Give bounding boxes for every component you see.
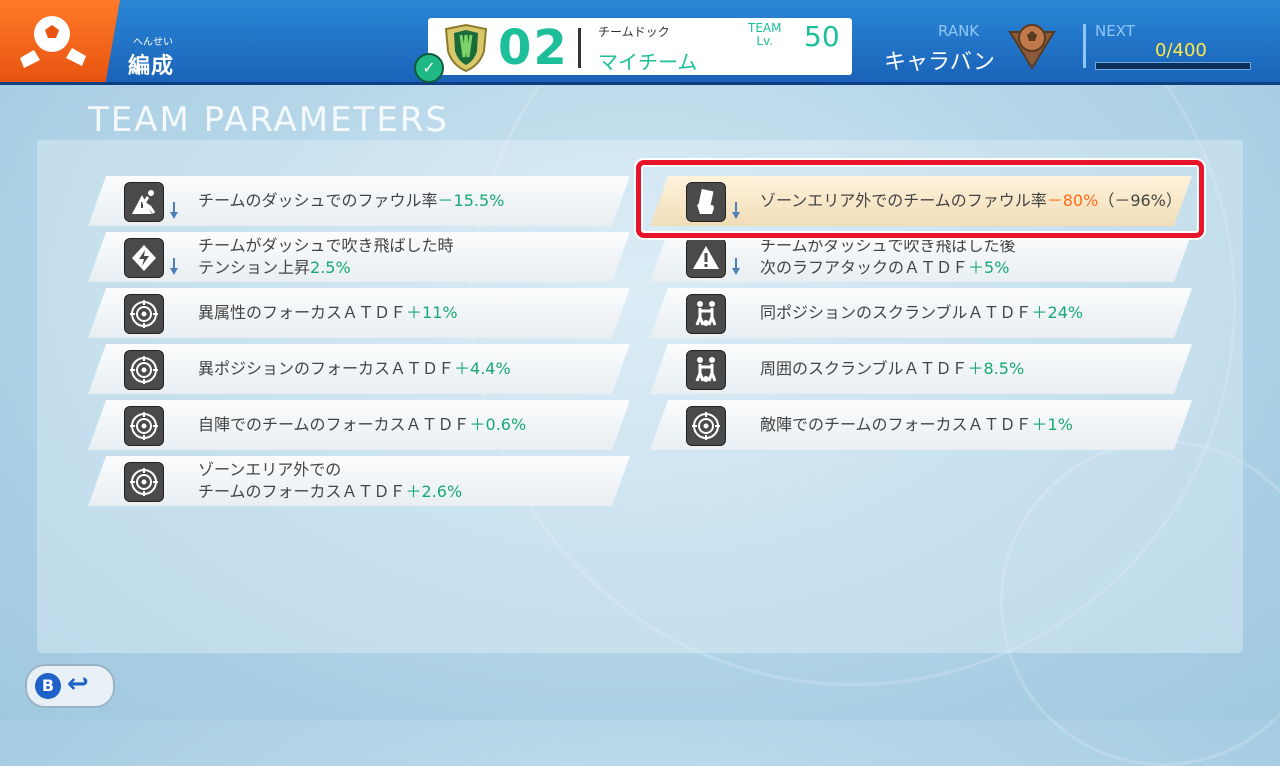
- next-label: NEXT: [1095, 22, 1135, 40]
- parameter-label: テンション上昇: [198, 258, 311, 277]
- soccer-ball-boots-icon: [20, 16, 86, 68]
- parameter-text: 同ポジションのスクランブルＡＴＤＦ＋24%: [760, 302, 1083, 324]
- parameter-text: チームがダッシュで吹き飛ばした後 次のラフアタックのＡＴＤＦ＋5%: [760, 235, 1016, 279]
- parameter-value: ＋1%: [1031, 415, 1073, 434]
- parameter-text: 周囲のスクランブルＡＴＤＦ＋8.5%: [760, 358, 1024, 380]
- rank-value: キャラバン: [884, 50, 995, 75]
- parameter-label: チームのダッシュでのファウル率: [198, 191, 438, 210]
- parameter-row[interactable]: 周囲のスクランブルＡＴＤＦ＋8.5%: [650, 344, 1192, 394]
- focus-target-icon: [124, 350, 164, 390]
- top-bar: へんせい 編成 ✓ 02 チームドック マイチーム TEAM Lv. 50 RAN…: [0, 0, 1280, 85]
- parameter-value: 2.5%: [310, 258, 351, 277]
- parameter-label: チームのフォーカスＡＴＤＦ: [198, 482, 406, 501]
- parameter-label: 異ポジションのフォーカスＡＴＤＦ: [198, 359, 455, 378]
- b-key-icon: B: [35, 673, 61, 699]
- lightning-icon: [124, 238, 164, 278]
- parameter-label-line2: チームのフォーカスＡＴＤＦ＋2.6%: [198, 481, 462, 503]
- parameter-label: 自陣でのチームのフォーカスＡＴＤＦ: [198, 415, 470, 434]
- parameter-label-line2: テンション上昇2.5%: [198, 257, 454, 279]
- page-title: TEAM PARAMETERS: [88, 100, 450, 140]
- parameter-value: ＋11%: [406, 303, 458, 322]
- parameter-row[interactable]: 自陣でのチームのフォーカスＡＴＤＦ＋0.6%: [88, 400, 630, 450]
- focus-target-icon: [124, 462, 164, 502]
- parameter-value: －15.5%: [437, 191, 505, 210]
- parameter-label: 異属性のフォーカスＡＴＤＦ: [198, 303, 407, 322]
- team-level: 50: [804, 20, 840, 53]
- parameter-row[interactable]: チームのダッシュでのファウル率－15.5%: [88, 176, 630, 226]
- rank-label: RANK: [938, 22, 980, 40]
- parameter-label: 敵陣でのチームのフォーカスＡＴＤＦ: [760, 415, 1032, 434]
- parameter-text: 異ポジションのフォーカスＡＴＤＦ＋4.4%: [198, 358, 511, 380]
- parameter-row[interactable]: ゾーンエリア外でのチームのフォーカスＡＴＤＦ＋2.6%: [88, 456, 630, 506]
- parameter-text: 異属性のフォーカスＡＴＤＦ＋11%: [198, 302, 458, 324]
- parameter-label-line1: ゾーンエリア外での: [198, 460, 342, 479]
- divider: [578, 28, 581, 68]
- return-arrow-icon: ↩: [67, 669, 89, 699]
- parameter-value: ＋8.5%: [967, 359, 1025, 378]
- menu-badge: [0, 0, 120, 82]
- parameter-text: チームのダッシュでのファウル率－15.5%: [198, 190, 504, 212]
- next-value: 0/400: [1155, 40, 1207, 61]
- parameter-label: 周囲のスクランブルＡＴＤＦ: [760, 359, 968, 378]
- parameter-value: ＋0.6%: [469, 415, 527, 434]
- parameter-text: ゾーンエリア外でのチームのフォーカスＡＴＤＦ＋2.6%: [198, 459, 462, 503]
- parameter-label: 次のラフアタックのＡＴＤＦ: [760, 258, 969, 277]
- selection-highlight: [636, 160, 1204, 238]
- down-arrow-icon: [732, 258, 740, 276]
- parameter-text: 自陣でのチームのフォーカスＡＴＤＦ＋0.6%: [198, 414, 526, 436]
- team-emblem-icon: [444, 23, 488, 73]
- back-button[interactable]: B ↩: [25, 664, 115, 708]
- down-arrow-icon: [170, 202, 178, 220]
- focus-target-icon: [686, 406, 726, 446]
- team-number: 02: [498, 20, 569, 76]
- parameter-text: チームがダッシュで吹き飛ばした時 テンション上昇2.5%: [198, 235, 454, 279]
- team-panel[interactable]: ✓ 02 チームドック マイチーム TEAM Lv. 50: [414, 18, 852, 83]
- menu-ruby: へんせい: [133, 37, 173, 48]
- parameter-label-line1: チームがダッシュで吹き飛ばした後: [760, 236, 1016, 255]
- scramble-icon: [686, 294, 726, 334]
- parameter-row[interactable]: 異ポジションのフォーカスＡＴＤＦ＋4.4%: [88, 344, 630, 394]
- divider: [1083, 24, 1086, 68]
- team-lv-label: TEAM Lv.: [748, 21, 782, 48]
- down-arrow-icon: [170, 258, 178, 276]
- focus-target-icon: [124, 406, 164, 446]
- parameter-row[interactable]: 同ポジションのスクランブルＡＴＤＦ＋24%: [650, 288, 1192, 338]
- foul-dash-icon: [124, 182, 164, 222]
- focus-target-icon: [124, 294, 164, 334]
- next-progress-bar: [1095, 62, 1251, 70]
- parameter-text: 敵陣でのチームのフォーカスＡＴＤＦ＋1%: [760, 414, 1073, 436]
- parameter-value: ＋4.4%: [454, 359, 511, 378]
- parameter-value: ＋2.6%: [405, 482, 463, 501]
- parameter-label-line1: チームがダッシュで吹き飛ばした時: [198, 236, 454, 255]
- parameter-value: ＋24%: [1031, 303, 1084, 322]
- rank-medal-icon: [1008, 24, 1056, 70]
- scramble-icon: [686, 350, 726, 390]
- team-dock-label: チームドック: [598, 25, 670, 39]
- parameter-label: 同ポジションのスクランブルＡＴＤＦ: [760, 303, 1032, 322]
- parameter-row[interactable]: 異属性のフォーカスＡＴＤＦ＋11%: [88, 288, 630, 338]
- warning-icon: [686, 238, 726, 278]
- parameter-row[interactable]: チームがダッシュで吹き飛ばした時 テンション上昇2.5%: [88, 232, 630, 282]
- menu-title: 編成: [128, 54, 175, 79]
- parameter-label-line2: 次のラフアタックのＡＴＤＦ＋5%: [760, 257, 1016, 279]
- parameter-row[interactable]: 敵陣でのチームのフォーカスＡＴＤＦ＋1%: [650, 400, 1192, 450]
- parameter-value: ＋5%: [968, 258, 1010, 277]
- parameter-row[interactable]: チームがダッシュで吹き飛ばした後 次のラフアタックのＡＴＤＦ＋5%: [650, 232, 1192, 282]
- team-name: マイチーム: [598, 50, 698, 74]
